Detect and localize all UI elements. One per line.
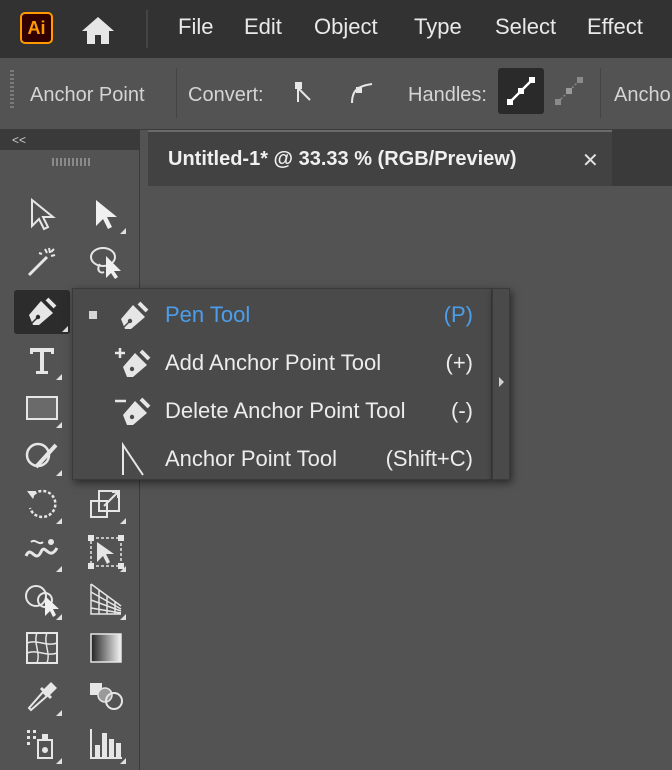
control-bar-tool-name: Anchor Point bbox=[30, 84, 145, 106]
rotate-tool[interactable] bbox=[20, 482, 64, 526]
free-transform-icon bbox=[88, 535, 124, 569]
blend-tool[interactable] bbox=[84, 674, 128, 718]
symbol-sprayer-icon bbox=[27, 730, 53, 759]
convert-to-smooth-button[interactable] bbox=[338, 68, 384, 114]
rectangle-icon bbox=[26, 396, 58, 420]
menu-edit[interactable]: Edit bbox=[244, 14, 282, 40]
scale-icon bbox=[90, 490, 120, 518]
menu-bar: Ai File Edit Object Type Select Effect bbox=[0, 0, 672, 58]
eyedropper-icon bbox=[27, 682, 57, 712]
shaper-tool[interactable] bbox=[20, 434, 64, 478]
rotate-icon bbox=[27, 489, 57, 519]
gradient-tool[interactable] bbox=[84, 626, 128, 670]
column-graph-tool[interactable] bbox=[84, 722, 128, 766]
tools-panel-grip[interactable] bbox=[52, 158, 90, 166]
flyout-tearoff-button[interactable] bbox=[492, 288, 510, 480]
flyout-item-anchor-point-tool[interactable]: Anchor Point Tool (Shift+C) bbox=[73, 435, 493, 483]
handles-label: Handles: bbox=[408, 84, 487, 106]
document-tab-title: Untitled-1* @ 33.33 % (RGB/Preview) bbox=[168, 148, 517, 170]
flyout-item-label: Pen Tool bbox=[165, 302, 251, 327]
document-tab[interactable]: Untitled-1* @ 33.33 % (RGB/Preview) ✕ bbox=[148, 130, 612, 186]
flyout-item-pen-tool[interactable]: Pen Tool (P) bbox=[73, 291, 493, 339]
close-icon[interactable]: ✕ bbox=[582, 148, 599, 173]
menu-file[interactable]: File bbox=[178, 14, 213, 40]
convert-label: Convert: bbox=[188, 84, 264, 106]
flyout-item-label: Add Anchor Point Tool bbox=[165, 350, 382, 375]
active-bullet bbox=[89, 311, 97, 319]
flyout-item-add-anchor-point-tool[interactable]: Add Anchor Point Tool (+) bbox=[73, 339, 493, 387]
type-icon bbox=[30, 348, 54, 374]
convert-to-corner-button[interactable] bbox=[278, 68, 324, 114]
perspective-grid-icon bbox=[90, 583, 122, 615]
tearoff-arrow-icon bbox=[499, 377, 504, 387]
show-handles-icon bbox=[507, 77, 535, 105]
gradient-icon bbox=[90, 633, 122, 663]
tab-strip bbox=[612, 130, 672, 186]
flyout-item-delete-anchor-point-tool[interactable]: Delete Anchor Point Tool (-) bbox=[73, 387, 493, 435]
app-logo: Ai bbox=[20, 12, 53, 44]
anchor-point-icon bbox=[122, 441, 144, 476]
control-bar-separator bbox=[176, 68, 177, 118]
show-handles-button[interactable] bbox=[498, 68, 544, 114]
menu-select[interactable]: Select bbox=[495, 14, 556, 40]
magic-wand-icon bbox=[27, 247, 56, 277]
selection-arrow-icon bbox=[31, 197, 56, 231]
flyout-item-shortcut: (P) bbox=[443, 302, 473, 327]
anchors-label: Anchor bbox=[614, 84, 672, 106]
symbol-sprayer-tool[interactable] bbox=[20, 722, 64, 766]
pen-icon bbox=[28, 297, 57, 327]
pen-tool[interactable] bbox=[14, 290, 70, 334]
shaper-icon bbox=[25, 442, 58, 469]
flyout-item-label: Anchor Point Tool bbox=[165, 446, 338, 471]
selection-tool[interactable] bbox=[20, 192, 64, 236]
scale-tool[interactable] bbox=[84, 482, 128, 526]
hide-handles-icon bbox=[555, 77, 583, 105]
flyout-item-shortcut: (Shift+C) bbox=[385, 446, 473, 471]
direct-selection-tool[interactable] bbox=[84, 192, 128, 236]
tools-panel-header[interactable]: << bbox=[0, 130, 140, 150]
warp-tool[interactable] bbox=[20, 530, 64, 574]
control-bar: Anchor Point Convert: Handles: Anchor bbox=[0, 58, 672, 130]
lasso-icon bbox=[90, 247, 121, 279]
convert-smooth-icon bbox=[351, 83, 373, 104]
control-bar-grip[interactable] bbox=[10, 70, 14, 110]
convert-corner-icon bbox=[295, 82, 311, 102]
menu-type[interactable]: Type bbox=[414, 14, 462, 40]
column-graph-icon bbox=[90, 729, 122, 759]
shape-builder-icon bbox=[25, 585, 59, 617]
menu-object[interactable]: Object bbox=[314, 14, 378, 40]
flyout-item-shortcut: (-) bbox=[451, 398, 473, 423]
blend-icon bbox=[90, 683, 123, 710]
hide-handles-button[interactable] bbox=[546, 68, 592, 114]
magic-wand-tool[interactable] bbox=[20, 240, 64, 284]
flyout-item-shortcut: (+) bbox=[445, 350, 474, 375]
direct-selection-arrow-icon bbox=[96, 200, 117, 229]
control-bar-separator bbox=[600, 68, 601, 118]
mesh-tool[interactable] bbox=[20, 626, 64, 670]
pen-tool-flyout: Pen Tool (P) Add Anchor Point Tool (+) D… bbox=[72, 288, 492, 480]
rectangle-tool[interactable] bbox=[20, 386, 64, 430]
lasso-tool[interactable] bbox=[84, 240, 128, 284]
delete-anchor-point-icon bbox=[115, 397, 151, 425]
mesh-icon bbox=[26, 632, 58, 664]
add-anchor-point-icon bbox=[115, 348, 151, 377]
type-tool[interactable] bbox=[20, 338, 64, 382]
collapse-panel-icon[interactable]: << bbox=[12, 133, 26, 147]
pen-icon bbox=[120, 301, 149, 331]
home-icon[interactable] bbox=[80, 14, 116, 46]
menu-effect[interactable]: Effect bbox=[587, 14, 643, 40]
eyedropper-tool[interactable] bbox=[20, 674, 64, 718]
shape-builder-tool[interactable] bbox=[20, 578, 64, 622]
perspective-grid-tool[interactable] bbox=[84, 578, 128, 622]
warp-icon bbox=[24, 539, 59, 558]
flyout-item-label: Delete Anchor Point Tool bbox=[165, 398, 406, 423]
menu-divider bbox=[146, 10, 148, 48]
free-transform-tool[interactable] bbox=[84, 530, 128, 574]
